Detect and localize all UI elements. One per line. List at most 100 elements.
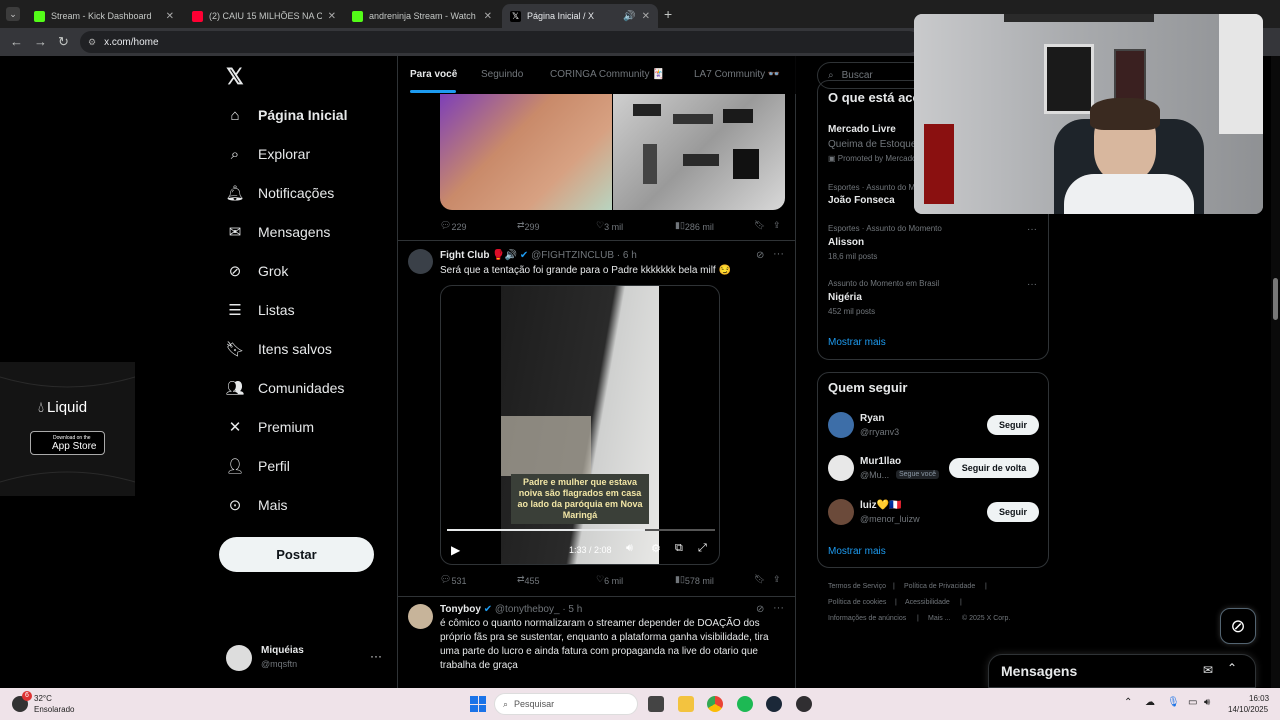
grok-icon[interactable]: ⊘ <box>756 604 764 615</box>
views-button[interactable]: ▮▯ 578 mil <box>675 574 714 586</box>
reply-button[interactable]: 💬︎ 229 <box>440 220 466 232</box>
bookmark-icon[interactable]: 🔖︎ <box>754 574 765 585</box>
trend-name[interactable]: Alisson <box>828 237 864 248</box>
more-dots-icon[interactable]: ··· <box>370 649 382 663</box>
avatar[interactable] <box>828 499 854 525</box>
fullscreen-icon[interactable]: ⤢ <box>698 542 707 555</box>
nav-communities[interactable]: 👥︎ Comunidades <box>225 379 344 397</box>
taskbar-search-input[interactable]: ⌕ Pesquisar <box>494 693 638 715</box>
close-icon[interactable]: ✕ <box>328 11 336 22</box>
browser-tab-active[interactable]: 𝕏 Página Inicial / X 🔊 ✕ <box>502 4 658 28</box>
follow-button[interactable]: Seguir <box>987 502 1039 522</box>
back-icon[interactable]: ← <box>10 34 23 49</box>
author-name[interactable]: Tonyboy <box>440 604 481 615</box>
show-more-link[interactable]: Mostrar mais <box>828 546 886 557</box>
avatar[interactable] <box>828 412 854 438</box>
task-view-icon[interactable] <box>648 696 664 712</box>
nav-grok[interactable]: ⊘ Grok <box>226 262 289 280</box>
follow-name[interactable]: Mur1llao <box>860 456 901 467</box>
trend-name[interactable]: João Fonseca <box>828 195 895 206</box>
tray-chevron-icon[interactable]: ⌃ <box>1124 697 1132 708</box>
speaker-icon[interactable]: 🔊︎ <box>1204 697 1210 708</box>
page-scrollbar[interactable] <box>1271 56 1280 688</box>
avatar[interactable] <box>408 249 433 274</box>
promo-name[interactable]: Mercado Livre <box>828 124 896 135</box>
obs-icon[interactable] <box>796 696 812 712</box>
scrollbar-thumb[interactable] <box>1273 278 1278 320</box>
browser-tab[interactable]: (2) CAIU 15 MILHÕES NA CONTA ✕ <box>184 4 344 28</box>
steam-icon[interactable] <box>766 696 782 712</box>
tweet-media[interactable] <box>440 94 785 210</box>
footer-link[interactable]: Política de cookies <box>828 599 886 606</box>
footer-link[interactable]: Política de Privacidade <box>904 583 975 590</box>
author-handle[interactable]: @tonytheboy_ <box>495 604 560 615</box>
settings-icon[interactable]: ⚙ <box>651 542 661 555</box>
video-progress-track[interactable] <box>447 529 715 531</box>
nav-notifications[interactable]: 🔔︎ Notificações <box>225 184 334 202</box>
like-button[interactable]: ♡ 6 mil <box>596 574 623 586</box>
repost-button[interactable]: ⇄ 299 <box>517 220 540 232</box>
app-store-button[interactable]: Download on the App Store <box>30 431 105 455</box>
network-icon[interactable]: ▭ <box>1188 697 1197 708</box>
author-handle[interactable]: @FIGHTZINCLUB <box>531 250 614 261</box>
bookmark-icon[interactable]: 🔖︎ <box>754 220 765 231</box>
follow-name[interactable]: Ryan <box>860 413 884 424</box>
start-icon[interactable] <box>470 696 486 712</box>
more-dots-icon[interactable]: ··· <box>1027 279 1037 290</box>
footer-link[interactable]: Informações de anúncios <box>828 615 906 622</box>
follow-back-button[interactable]: Seguir de volta <box>949 458 1039 478</box>
show-more-link[interactable]: Mostrar mais <box>828 337 886 348</box>
liquid-ad[interactable]: 💧︎ Liquid Download on the App Store <box>0 362 135 496</box>
clock-time[interactable]: 16:03 <box>1249 694 1269 703</box>
tab-following[interactable]: Seguindo <box>481 69 523 80</box>
volume-icon[interactable]: 🔊︎ <box>626 542 633 555</box>
grok-icon[interactable]: ⊘ <box>756 250 764 261</box>
x-logo-icon[interactable]: 𝕏 <box>226 64 244 90</box>
nav-bookmarks[interactable]: 🔖︎ Itens salvos <box>225 340 331 358</box>
tab-for-you[interactable]: Para você <box>410 69 457 80</box>
new-message-icon[interactable]: ✉ <box>1203 663 1213 677</box>
follow-button[interactable]: Seguir <box>987 415 1039 435</box>
share-icon[interactable]: ⇪ <box>773 574 781 585</box>
messages-drawer[interactable]: Mensagens ✉ ⌃ <box>988 654 1256 688</box>
author-name[interactable]: Fight Club 🥊🔊 <box>440 250 517 261</box>
nav-lists[interactable]: ☰ Listas <box>226 301 294 319</box>
tray-app-icon[interactable]: ☁ <box>1145 697 1155 708</box>
microphone-icon[interactable]: 🎙︎ <box>1167 697 1180 708</box>
site-info-icon[interactable]: ⚙ <box>88 37 96 48</box>
tab-search-icon[interactable]: ⌄ <box>6 7 20 21</box>
share-icon[interactable]: ⇪ <box>773 220 781 231</box>
nav-home[interactable]: ⌂ Página Inicial <box>226 106 347 124</box>
expand-icon[interactable]: ⌃ <box>1227 661 1237 675</box>
follow-name[interactable]: luiz💛🇫🇷 <box>860 500 902 511</box>
clock-date[interactable]: 14/10/2025 <box>1228 705 1268 714</box>
chrome-icon[interactable] <box>707 696 723 712</box>
new-tab-button[interactable]: + <box>664 6 672 22</box>
media-image[interactable] <box>613 94 785 210</box>
pip-icon[interactable]: ⧉ <box>675 542 683 555</box>
video-player[interactable]: Padre e mulher que estava noiva são flag… <box>440 285 720 565</box>
nav-premium[interactable]: ✕ Premium <box>226 418 314 436</box>
reload-icon[interactable]: ↻ <box>58 34 69 50</box>
tab-community-coringa[interactable]: CORINGA Community 🃏 <box>550 69 665 80</box>
avatar[interactable] <box>408 604 433 629</box>
account-switcher[interactable]: Miquéias @mqsftn ··· <box>226 643 386 675</box>
forward-icon[interactable]: → <box>34 34 47 49</box>
file-explorer-icon[interactable] <box>678 696 694 712</box>
more-dots-icon[interactable]: ··· <box>1027 224 1037 235</box>
browser-tab[interactable]: andreninja Stream - Watch Live ✕ <box>344 4 500 28</box>
post-button[interactable]: Postar <box>219 537 374 572</box>
more-dots-icon[interactable]: ··· <box>773 248 784 260</box>
reply-button[interactable]: 💬︎ 531 <box>440 574 466 586</box>
tab-community-la7[interactable]: LA7 Community 👓 <box>694 69 780 80</box>
repost-button[interactable]: ⇄ 455 <box>517 574 540 586</box>
close-icon[interactable]: ✕ <box>642 11 650 22</box>
more-dots-icon[interactable]: ··· <box>773 602 784 614</box>
footer-link[interactable]: Acessibilidade <box>905 599 950 606</box>
like-button[interactable]: ♡ 3 mil <box>596 220 623 232</box>
nav-explore[interactable]: ⌕ Explorar <box>226 145 310 163</box>
nav-messages[interactable]: ✉ Mensagens <box>226 223 331 241</box>
nav-profile[interactable]: 👤︎ Perfil <box>225 457 289 475</box>
browser-tab[interactable]: Stream - Kick Dashboard ✕ <box>26 4 182 28</box>
grok-floating-button[interactable]: ⊘ <box>1220 608 1256 644</box>
